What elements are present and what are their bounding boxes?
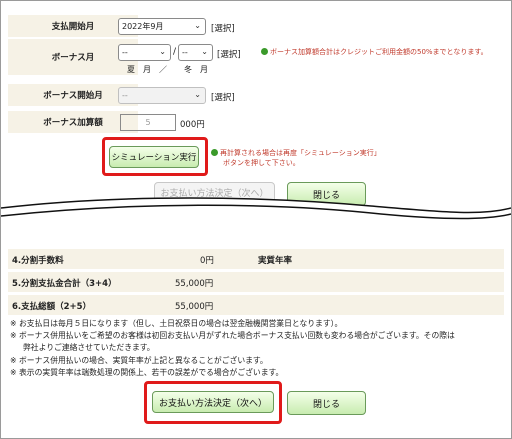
chevron-down-icon: ⌄ xyxy=(159,47,166,56)
bonus-amount-unit: 000円 xyxy=(180,120,205,130)
bonus-limit-note: ボーナス加算額合計はクレジットご利用金額の50%までとなります。 xyxy=(261,47,488,57)
note-line: 弊社よりご連絡させていただきます。 xyxy=(23,343,155,353)
recalc-note-line2: ボタンを押して下さい。 xyxy=(223,159,300,167)
result-row-grand-total: 6.支払総額（2+5） 55,000円 xyxy=(8,295,504,315)
result-label: 4.分割手数料 xyxy=(12,256,64,266)
close-button[interactable]: 閉じる xyxy=(287,391,366,415)
month-slash: ／ xyxy=(159,65,167,74)
bonus-amount-input[interactable]: 5 xyxy=(120,114,176,131)
pay-start-select-link[interactable]: [選択] xyxy=(211,22,235,34)
info-icon xyxy=(211,149,218,156)
result-value: 55,000円 xyxy=(175,279,214,289)
result-value: 55,000円 xyxy=(175,302,214,312)
pay-start-select[interactable]: 2022年9月 ⌄ xyxy=(118,18,206,35)
summer-month-label: 夏 月 xyxy=(127,65,151,74)
note-line: ※ ボーナス併用払いをご希望のお客様は初回お支払い月がずれた場合ボーナス支払い回… xyxy=(10,331,455,341)
chevron-down-icon: ⌄ xyxy=(201,47,208,56)
bonus-amount-label: ボーナス加算額 xyxy=(8,111,138,133)
summer-month-select[interactable]: -- ⌄ xyxy=(118,44,171,61)
cut-wave-divider xyxy=(1,197,511,234)
note-line: ※ お支払日は毎月５日になります（但し、土日祝祭日の場合は翌金融機関営業日となり… xyxy=(10,319,343,328)
month-separator: / xyxy=(173,47,177,57)
bonus-month-select-link[interactable]: [選択] xyxy=(217,48,241,60)
notes-list: ※ お支払日は毎月５日になります（但し、土日祝祭日の場合は翌金融機関営業日となり… xyxy=(10,318,505,379)
info-icon xyxy=(261,48,268,55)
result-row-installment-total: 5.分割支払金合計（3+4） 55,000円 xyxy=(8,272,504,292)
bonus-start-select[interactable]: -- ⌄ xyxy=(118,87,206,104)
chevron-down-icon: ⌄ xyxy=(194,90,201,99)
note-line: ※ 表示の実質年率は端数処理の関係上、若干の誤差がでる場合がございます。 xyxy=(10,367,284,377)
result-label: 6.支払総額（2+5） xyxy=(12,302,92,312)
simulation-panel: 支払開始月 2022年9月 ⌄ [選択] ボーナス月 -- ⌄ / -- ⌄ [選択]… xyxy=(0,0,512,439)
apr-label: 実質年率 xyxy=(258,256,293,266)
highlight-box xyxy=(102,137,208,176)
result-label: 5.分割支払金合計（3+4） xyxy=(12,279,117,289)
note-line: ※ ボーナス併用払いの場合、実質年率が上記と異なることがございます。 xyxy=(10,355,268,365)
winter-month-select[interactable]: -- ⌄ xyxy=(178,44,213,61)
recalc-note: 再計算される場合は再度「シミュレーション実行」 xyxy=(211,148,381,158)
chevron-down-icon: ⌄ xyxy=(194,21,201,30)
winter-month-label: 冬 月 xyxy=(184,65,208,74)
bonus-start-select-link[interactable]: [選択] xyxy=(211,91,235,103)
result-value: 0円 xyxy=(200,256,214,266)
result-row-fee: 4.分割手数料 0円 実質年率 xyxy=(8,249,504,269)
highlight-box xyxy=(144,381,282,424)
